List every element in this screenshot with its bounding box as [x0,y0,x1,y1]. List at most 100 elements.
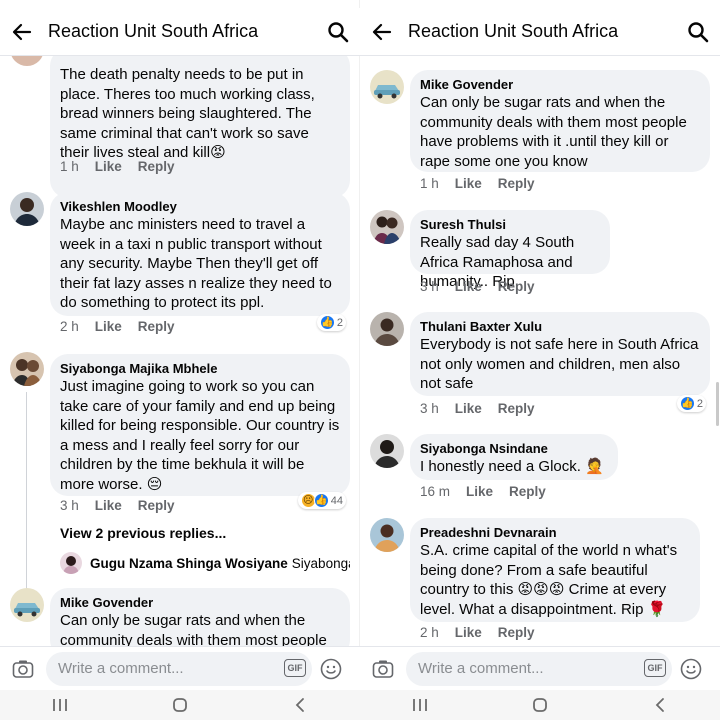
top-bar: Reaction Unit South Africa [360,8,720,56]
comment-bubble: Vikeshlen Moodley Maybe anc ministers ne… [50,192,350,316]
scrollbar[interactable] [716,382,719,426]
reply-button[interactable]: Reply [509,484,546,499]
comment-input[interactable] [406,651,672,686]
comment-text: I honestly need a Glock. 🤦 [420,458,604,475]
search-button[interactable] [676,8,720,56]
comment-bubble: Preadeshni Devnarain S.A. crime capital … [410,518,700,622]
profile-photo-icon [10,192,44,226]
reply-button[interactable]: Reply [498,176,535,191]
comment-actions: 1 h Like Reply [420,176,551,191]
reply-button[interactable]: Reply [498,279,535,294]
home-icon [173,698,187,712]
camera-button[interactable] [0,647,46,691]
reply-preview[interactable]: Gugu Nzama Shinga Wosiyane Siyabonga... [60,552,350,574]
like-button[interactable]: Like [455,401,482,416]
comment-text: Just imagine going to work so you can ta… [60,378,340,493]
right-screen: Reaction Unit South Africa Mike Govender… [360,0,720,720]
arrow-left-icon [12,23,32,40]
reply-button[interactable]: Reply [138,319,175,334]
camera-icon [372,660,394,678]
profile-photo-icon [370,210,404,244]
comment-bubble: Siyabonga Majika Mbhele Just imagine goi… [50,354,350,496]
thumbs-up-icon: 👍 [313,493,329,508]
comment-author[interactable]: Mike Govender [60,595,340,611]
reaction-count: 2 [336,316,343,329]
comment-actions: 3 h Like Reply [420,401,551,416]
profile-photo-icon [370,434,404,468]
reaction-badge[interactable]: 👍 2 [676,395,706,412]
like-button[interactable]: Like [95,319,122,334]
avatar[interactable] [10,352,44,386]
arrow-left-icon [372,23,392,40]
camera-button[interactable] [360,647,406,691]
page-title: Reaction Unit South Africa [48,21,259,41]
like-button[interactable]: Like [455,625,482,640]
comment-author[interactable]: Siyabonga Majika Mbhele [60,361,340,377]
comment-actions: 1 h Like Reply [60,159,191,174]
comment-actions: 3 h Like Reply [60,498,191,513]
gif-icon[interactable]: GIF [284,659,306,677]
reply-button[interactable]: Reply [498,401,535,416]
comment-author[interactable]: Thulani Baxter Xulu [420,319,700,335]
like-button[interactable]: Like [455,176,482,191]
home-button[interactable] [510,690,570,720]
car-photo-icon [370,70,404,104]
home-icon [533,698,547,712]
comment-author[interactable]: Mike Govender [420,77,700,93]
comment-author[interactable]: Vikeshlen Moodley [60,199,340,215]
smiley-icon[interactable] [320,658,342,680]
view-previous-replies[interactable]: View 2 previous replies... [60,525,226,541]
comment-author[interactable]: Preadeshni Devnarain [420,525,690,541]
avatar[interactable] [370,210,404,244]
back-button[interactable] [360,8,404,56]
like-button[interactable]: Like [95,498,122,513]
avatar[interactable] [370,70,404,104]
like-button[interactable]: Like [466,484,493,499]
comment-composer: GIF [360,646,720,690]
profile-photo-icon [370,518,404,552]
comment-author[interactable]: Siyabonga Nsindane [420,441,608,457]
comment-text: Can only be sugar rats and when the comm… [420,94,687,170]
gif-icon[interactable]: GIF [644,659,666,677]
avatar[interactable] [370,518,404,552]
recent-apps-icon [413,699,427,711]
avatar[interactable] [10,192,44,226]
comment-bubble: Siyabonga Nsindane I honestly need a Glo… [410,434,618,480]
avatar[interactable] [370,434,404,468]
comment-text: Maybe anc ministers need to travel a wee… [60,216,332,311]
comment-actions: 16 m Like Reply [420,484,562,499]
reply-button[interactable]: Reply [138,498,175,513]
car-photo-icon [10,588,44,622]
comment-actions: 3 h Like Reply [420,279,551,294]
recent-apps-icon [53,699,67,711]
recent-apps-button[interactable] [390,690,450,720]
top-bar: Reaction Unit South Africa [0,8,360,56]
home-button[interactable] [150,690,210,720]
comment-input[interactable] [46,651,312,686]
reply-author: Gugu Nzama Shinga Wosiyane [90,555,288,571]
comment-time: 3 h [420,279,439,294]
reply-button[interactable]: Reply [498,625,535,640]
like-button[interactable]: Like [95,159,122,174]
search-button[interactable] [316,8,360,56]
reaction-count: 44 [330,494,343,507]
smiley-icon[interactable] [680,658,702,680]
recent-apps-button[interactable] [30,690,90,720]
profile-photo-icon [370,312,404,346]
comment-time: 1 h [60,159,79,174]
status-bar [0,0,360,8]
reply-button[interactable]: Reply [138,159,175,174]
back-nav-button[interactable] [270,690,330,720]
comment-author[interactable]: Suresh Thulsi [420,217,600,233]
reaction-badge[interactable]: ☹ 👍 44 [297,492,346,509]
comment-time: 3 h [420,401,439,416]
back-button[interactable] [0,8,44,56]
reaction-badge[interactable]: 👍 2 [316,314,346,331]
like-button[interactable]: Like [455,279,482,294]
page-title: Reaction Unit South Africa [408,21,619,41]
comment-text: S.A. crime capital of the world n what's… [420,542,678,618]
back-nav-button[interactable] [630,690,690,720]
thumbs-up-icon: 👍 [319,315,335,330]
avatar[interactable] [10,588,44,622]
avatar[interactable] [370,312,404,346]
